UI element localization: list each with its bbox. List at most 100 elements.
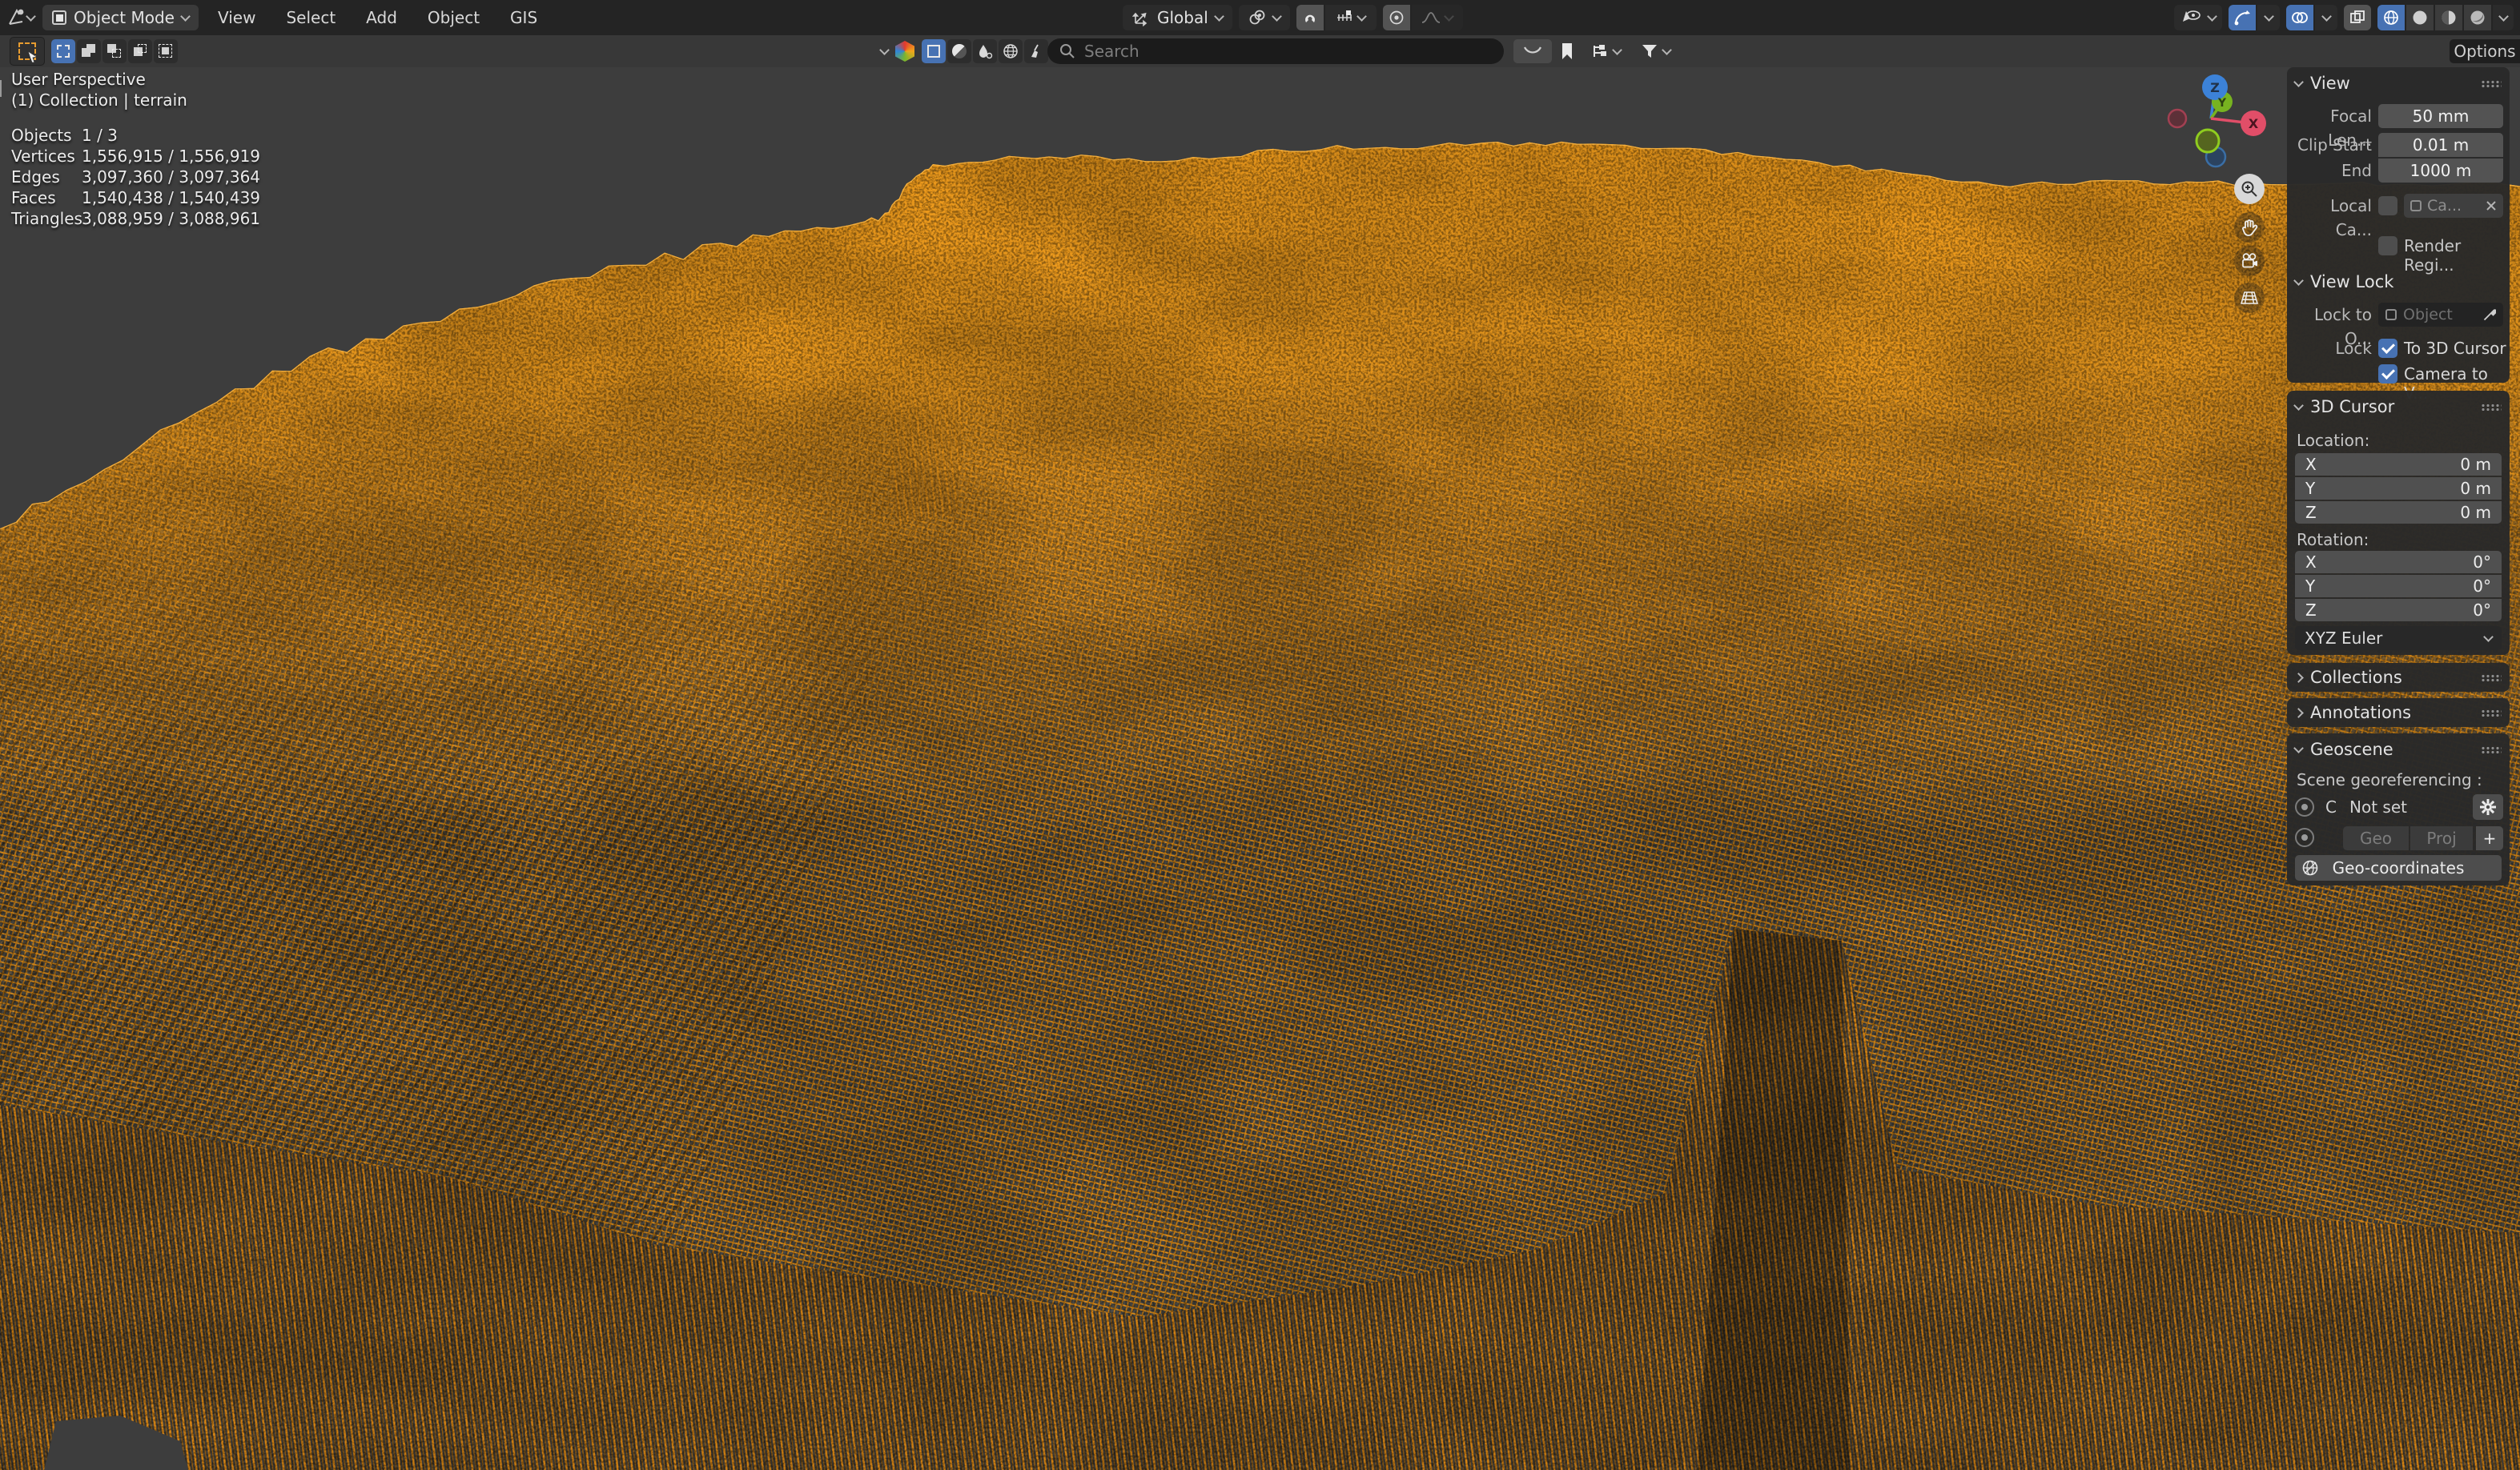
snap-toggle[interactable] xyxy=(1296,5,1324,30)
zoom-button[interactable] xyxy=(2234,174,2265,204)
panel-annotations: Annotations xyxy=(2287,698,2510,727)
object-visibility-dropdown[interactable] xyxy=(2174,5,2222,30)
toolbar-expand-arrow[interactable] xyxy=(0,80,2,97)
clip-start-field[interactable]: 0.01 m xyxy=(2378,133,2503,157)
shading-ball-button[interactable] xyxy=(947,39,971,63)
panel-annotations-header[interactable]: Annotations xyxy=(2287,698,2510,729)
panel-grip-handle[interactable] xyxy=(2481,79,2502,87)
cursor-rotation-z-field[interactable]: Z 0° xyxy=(2295,599,2502,621)
crs-settings-button[interactable] xyxy=(2473,794,2503,820)
shading-dropdown[interactable] xyxy=(2493,5,2514,30)
shading-material-button[interactable] xyxy=(2435,5,2462,30)
recent-search-button[interactable] xyxy=(1513,39,1552,63)
clip-end-field[interactable]: 1000 m xyxy=(2378,159,2503,183)
paint-drop-button[interactable] xyxy=(973,39,997,63)
gizmos-dropdown[interactable] xyxy=(2257,5,2280,30)
search-field[interactable] xyxy=(1047,38,1504,64)
navigation-gizmo[interactable]: Z Y X xyxy=(2154,69,2274,177)
panel-view-lock-header[interactable]: View Lock xyxy=(2287,266,2510,298)
menu-view[interactable]: View xyxy=(207,0,267,35)
select-mode-set-button[interactable] xyxy=(51,39,75,63)
select-mode-invert-button[interactable] xyxy=(128,39,152,63)
menu-object[interactable]: Object xyxy=(416,0,491,35)
shading-wireframe-button[interactable] xyxy=(2377,5,2405,30)
cursor-rotation-y-field[interactable]: Y 0° xyxy=(2295,575,2502,597)
orientation-label: Global xyxy=(1157,8,1208,27)
panel-collections-header[interactable]: Collections xyxy=(2287,663,2510,693)
editor-type-button[interactable] xyxy=(6,5,36,30)
perspective-toggle-button[interactable] xyxy=(2234,283,2265,313)
select-mode-intersect-button[interactable] xyxy=(154,39,178,63)
bookmark-button[interactable] xyxy=(1555,39,1579,63)
menu-gis[interactable]: GIS xyxy=(499,0,549,35)
local-camera-checkbox[interactable] xyxy=(2378,196,2397,215)
pivot-point-dropdown[interactable] xyxy=(1238,5,1290,30)
gizmo-axis-negy[interactable] xyxy=(2195,128,2221,154)
render-region-checkbox[interactable] xyxy=(2378,236,2397,255)
mode-dropdown[interactable]: Object Mode xyxy=(42,5,199,30)
cursor-location-z-field[interactable]: Z0 m xyxy=(2295,501,2502,524)
frame-icon xyxy=(927,45,940,58)
xray-toggle[interactable] xyxy=(2344,5,2371,30)
select-set-icon xyxy=(57,45,70,58)
editor-type-icon xyxy=(9,8,24,25)
stat-faces: Faces 1,540,438 / 1,540,439 xyxy=(11,188,261,207)
cleanup-button[interactable] xyxy=(1024,39,1048,63)
globe-button[interactable] xyxy=(999,39,1023,63)
pivot-icon xyxy=(1249,10,1265,25)
gis-logo-button[interactable] xyxy=(893,39,917,63)
search-input[interactable] xyxy=(1047,38,1504,64)
options-button[interactable]: Options xyxy=(2450,39,2520,63)
focal-length-field[interactable]: 50 mm xyxy=(2378,104,2503,128)
select-mode-extend-button[interactable] xyxy=(77,39,101,63)
shading-solid-button[interactable] xyxy=(2406,5,2434,30)
overlays-toggle[interactable] xyxy=(2286,5,2313,30)
proportional-falloff-dropdown[interactable] xyxy=(1411,5,1463,30)
clear-icon[interactable] xyxy=(2486,200,2497,211)
add-crs-button[interactable]: + xyxy=(2476,826,2503,850)
select-mode-subtract-button[interactable] xyxy=(102,39,127,63)
grid-icon xyxy=(2241,291,2258,304)
basemap-select-button[interactable] xyxy=(922,39,946,63)
proj-radio[interactable] xyxy=(2295,828,2314,847)
proportional-edit-toggle[interactable] xyxy=(1382,5,1410,30)
rotation-mode-dropdown[interactable]: XYZ Euler xyxy=(2295,626,2502,650)
panel-grip-handle[interactable] xyxy=(2481,403,2502,411)
panel-view-header[interactable]: View xyxy=(2287,67,2510,99)
lock-camera-to-view-checkbox[interactable] xyxy=(2378,364,2397,384)
eyedropper-icon[interactable] xyxy=(2483,308,2496,321)
crs-radio[interactable] xyxy=(2295,797,2314,817)
panel-3d-cursor-header[interactable]: 3D Cursor xyxy=(2287,391,2510,423)
display-mode-dropdown[interactable] xyxy=(1582,39,1629,63)
panel-grip-handle[interactable] xyxy=(2481,745,2502,753)
panel-geoscene-header[interactable]: Geoscene xyxy=(2287,733,2510,765)
lock-to-3d-cursor-checkbox[interactable] xyxy=(2378,339,2397,358)
shading-rendered-button[interactable] xyxy=(2464,5,2491,30)
lock-to-object-field[interactable]: Object xyxy=(2378,303,2503,327)
cursor-location-y-field[interactable]: Y0 m xyxy=(2295,477,2502,500)
viewport-3d-terrain[interactable] xyxy=(0,0,2520,1470)
menu-select[interactable]: Select xyxy=(275,0,347,35)
local-camera-field[interactable]: Ca... xyxy=(2404,194,2503,218)
panel-grip-handle[interactable] xyxy=(2481,709,2502,717)
panel-grip-handle[interactable] xyxy=(2481,673,2502,681)
snap-target-dropdown[interactable] xyxy=(1324,5,1377,30)
cursor-location-x-field[interactable]: X0 m xyxy=(2295,453,2502,476)
lock-to-object-placeholder: Object xyxy=(2403,306,2453,323)
overlays-dropdown[interactable] xyxy=(2315,5,2337,30)
cursor-rotation-x-field[interactable]: X 0° xyxy=(2295,551,2502,573)
gizmos-toggle[interactable] xyxy=(2229,5,2256,30)
solid-sphere-icon xyxy=(2413,10,2427,25)
proj-button[interactable]: Proj xyxy=(2410,826,2473,850)
chevron-down-icon[interactable] xyxy=(879,44,890,55)
filter-dropdown[interactable] xyxy=(1632,39,1678,63)
geo-coordinates-button[interactable]: Geo-coordinates xyxy=(2295,855,2502,881)
geo-button[interactable]: Geo xyxy=(2343,826,2409,850)
pan-button[interactable] xyxy=(2234,212,2265,243)
menu-add[interactable]: Add xyxy=(355,0,408,35)
transform-orientation-dropdown[interactable]: Global xyxy=(1123,5,1232,30)
gizmo-axis-negx[interactable] xyxy=(2167,108,2188,129)
select-extend-icon xyxy=(82,44,96,58)
camera-view-button[interactable] xyxy=(2234,246,2265,276)
active-tool-tweak-button[interactable] xyxy=(10,37,45,66)
